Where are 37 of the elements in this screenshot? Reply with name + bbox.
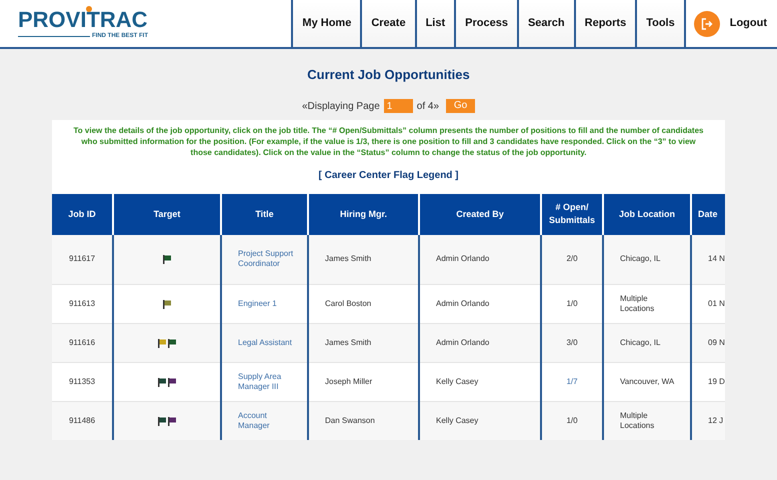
nav-link[interactable]: Search [516, 0, 574, 47]
column-header: Job Location [603, 194, 691, 234]
table-cell: 12 J [691, 402, 725, 440]
pager-label: «Displaying Page [302, 100, 380, 114]
pager-total: of 4» [416, 100, 440, 114]
job-title-link[interactable]: Supply Area Manager III [238, 372, 299, 392]
job-title-link[interactable]: Account Manager [238, 411, 299, 431]
job-title-link[interactable]: Engineer 1 [238, 299, 299, 309]
logout-icon [694, 10, 720, 36]
nav-link[interactable]: Reports [574, 0, 636, 47]
nav-link[interactable]: Process [454, 0, 517, 47]
submittals-count: 2/0 [566, 254, 578, 264]
page-title: Current Job Opportunities [307, 66, 470, 84]
job-title-link[interactable]: Legal Assistant [238, 338, 299, 348]
submittals-count: 1/0 [566, 416, 578, 425]
instructions-text: To view the details of the job opportunity, click on the job title. The “# Open/Submittals” column presents the number of positions to fill and the number of candidates who submitted information for the position. (For example, if the value is 1/3, there is one position to fill and 3 candidates have responded. Click on the “3” to view those candidates). Click on the value in the “Status” column to change the status of the job opportunity. [72, 124, 704, 158]
submittals-count: 1/0 [566, 299, 578, 308]
nav-link[interactable]: Create [360, 0, 415, 47]
table-cell: Multiple Locations [603, 402, 691, 440]
flag-legend-link[interactable]: [ Career Center Flag Legend ] [318, 168, 459, 182]
submittals-count[interactable]: 1/7 [566, 377, 578, 386]
table-cell: Kelly Casey [419, 402, 541, 440]
column-header: Title [221, 194, 308, 234]
nav-link[interactable]: List [414, 0, 454, 47]
table-cell: Dan Swanson [308, 402, 419, 440]
logout-button[interactable]: Logout [684, 0, 777, 47]
column-header: Created By [419, 194, 541, 234]
nav-link[interactable]: Tools [635, 0, 684, 47]
nav-link[interactable]: My Home [291, 0, 360, 47]
job-title-link[interactable]: Project Support Coordinator [238, 249, 299, 270]
column-header: Date [691, 194, 725, 234]
table-cell: 911486 [52, 402, 113, 440]
column-header: Target [113, 194, 221, 234]
column-header: # Open/ Submittals [541, 194, 603, 234]
column-header: Hiring Mgr. [308, 194, 419, 234]
submittals-count: 3/0 [566, 338, 578, 347]
column-header: Job ID [52, 194, 113, 234]
